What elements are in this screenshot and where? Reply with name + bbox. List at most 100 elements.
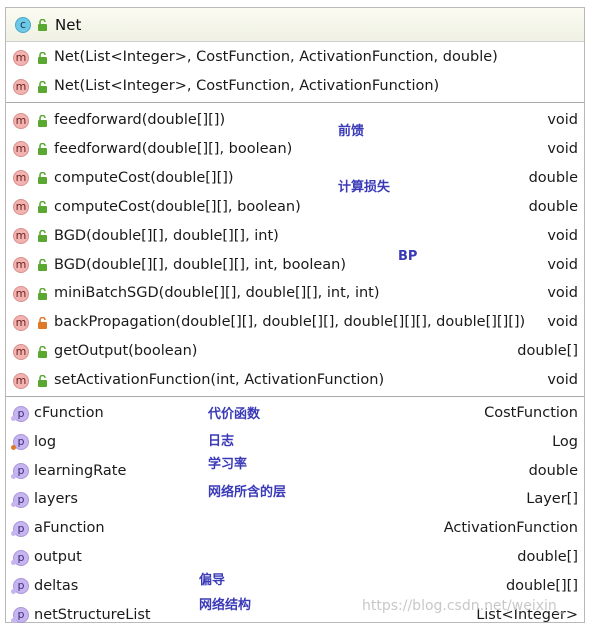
- annotation-compute-cost: 计算损失: [338, 180, 391, 195]
- member-signature: cFunction: [34, 405, 104, 421]
- member-signature: BGD(double[][], double[][], int, boolean…: [54, 256, 347, 273]
- method-icon: m: [13, 78, 29, 95]
- member-signature: Net(List<Integer>, CostFunction, Activat…: [54, 78, 440, 94]
- member-type: CostFunction: [484, 405, 578, 421]
- constructor-row[interactable]: m Net(List<Integer>, CostFunction, Activa…: [6, 43, 584, 72]
- member-signature: computeCost(double[][]): [54, 169, 234, 186]
- watermark: https://blog.csdn.net/weixin_: [362, 598, 564, 614]
- member-type: void: [547, 227, 578, 244]
- public-lock-icon: [38, 114, 47, 127]
- annotation-cost-function: 代价函数: [208, 407, 261, 422]
- public-lock-icon: [38, 230, 47, 243]
- member-signature: setActivationFunction(int, ActivationFun…: [54, 372, 385, 389]
- class-name: Net: [55, 16, 82, 34]
- member-type: Log: [552, 433, 578, 450]
- section-divider: [6, 102, 584, 103]
- member-type: void: [547, 112, 578, 128]
- private-lock-icon: [38, 316, 47, 329]
- member-signature: log: [34, 433, 57, 450]
- method-row[interactable]: m computeCost(double[][]) double: [6, 164, 584, 193]
- member-signature: Net(List<Integer>, CostFunction, Activat…: [54, 49, 498, 65]
- member-signature: deltas: [34, 577, 79, 594]
- access-dot-icon: [11, 560, 16, 565]
- member-type: void: [547, 140, 578, 157]
- member-type: double: [528, 462, 578, 479]
- structure-panel: c Net m Net(List<Integer>, CostFunction, …: [5, 7, 585, 624]
- public-lock-icon: [38, 143, 47, 156]
- field-row[interactable]: p aFunction ActivationFunction: [6, 514, 584, 543]
- method-row[interactable]: m setActivationFunction(int, ActivationFu…: [6, 366, 584, 395]
- member-type: double[][]: [505, 577, 578, 594]
- annotation-log: 日志: [208, 434, 235, 449]
- method-icon: m: [13, 141, 29, 158]
- access-dot-icon: [11, 444, 16, 450]
- member-type: void: [547, 372, 578, 389]
- member-signature: feedforward(double[][]): [54, 112, 226, 128]
- field-row[interactable]: p deltas double[][]: [6, 572, 584, 601]
- member-signature: learningRate: [34, 462, 127, 479]
- member-signature: layers: [34, 491, 78, 508]
- class-header[interactable]: c Net: [6, 8, 584, 42]
- member-signature: netStructureList: [34, 606, 151, 623]
- method-row[interactable]: m feedforward(double[][], boolean) void: [6, 135, 584, 164]
- section-divider: [6, 396, 584, 397]
- member-signature: computeCost(double[][], boolean): [54, 198, 301, 215]
- member-type: ActivationFunction: [443, 520, 578, 537]
- method-icon: m: [13, 285, 29, 302]
- method-icon: m: [13, 228, 29, 245]
- public-lock-icon: [38, 172, 47, 185]
- annotation-net-structure: 网络结构: [199, 598, 252, 613]
- annotation-layers: 网络所含的层: [208, 485, 287, 500]
- access-dot-icon: [11, 617, 16, 623]
- field-row[interactable]: p learningRate double: [6, 457, 584, 486]
- method-row[interactable]: m BGD(double[][], double[][], int) void: [6, 222, 584, 251]
- public-lock-icon: [38, 287, 47, 300]
- public-lock-icon: [38, 259, 47, 271]
- member-signature: aFunction: [34, 520, 105, 537]
- annotation-feedforward: 前馈: [338, 124, 365, 139]
- method-row[interactable]: m feedforward(double[][]) void: [6, 106, 584, 135]
- member-signature: getOutput(boolean): [54, 343, 198, 360]
- method-icon: m: [13, 257, 29, 273]
- access-dot-icon: [11, 531, 16, 537]
- member-signature: feedforward(double[][], boolean): [54, 140, 293, 157]
- member-type: double[]: [517, 343, 578, 360]
- member-type: void: [547, 256, 578, 273]
- public-lock-icon: [38, 51, 47, 64]
- access-dot-icon: [11, 588, 16, 594]
- method-row[interactable]: m getOutput(boolean) double[]: [6, 337, 584, 366]
- member-signature: output: [34, 549, 82, 565]
- access-dot-icon: [11, 416, 16, 421]
- member-type: Layer[]: [526, 491, 578, 508]
- method-icon: m: [13, 170, 29, 187]
- public-lock-icon: [38, 201, 47, 214]
- public-lock-icon: [38, 345, 47, 358]
- method-row[interactable]: m BGD(double[][], double[][], int, boolea…: [6, 251, 584, 280]
- member-type: void: [547, 314, 578, 331]
- public-lock-icon: [38, 18, 47, 31]
- annotation-learning-rate: 学习率: [208, 457, 248, 472]
- class-icon: c: [15, 16, 31, 33]
- public-lock-icon: [38, 374, 47, 387]
- member-type: double[]: [517, 549, 578, 565]
- method-icon: m: [13, 49, 29, 66]
- method-icon: m: [13, 372, 29, 389]
- method-row[interactable]: m computeCost(double[][], boolean) double: [6, 193, 584, 222]
- member-type: double: [528, 169, 578, 186]
- field-row[interactable]: p layers Layer[]: [6, 485, 584, 514]
- method-icon: m: [13, 314, 29, 331]
- constructor-row[interactable]: m Net(List<Integer>, CostFunction, Activa…: [6, 72, 584, 101]
- public-lock-icon: [38, 80, 47, 93]
- field-row[interactable]: p log Log: [6, 428, 584, 457]
- field-row[interactable]: p cFunction CostFunction: [6, 399, 584, 428]
- annotation-bp: BP: [398, 249, 418, 264]
- access-dot-icon: [11, 473, 16, 479]
- method-row[interactable]: m miniBatchSGD(double[][], double[][], in…: [6, 279, 584, 308]
- member-signature: miniBatchSGD(double[][], double[][], int…: [54, 285, 380, 302]
- member-signature: BGD(double[][], double[][], int): [54, 227, 279, 244]
- method-icon: m: [13, 343, 29, 360]
- member-signature: backPropagation(double[][], double[][], …: [54, 314, 526, 331]
- field-row[interactable]: p output double[]: [6, 543, 584, 572]
- access-dot-icon: [11, 502, 16, 508]
- method-row[interactable]: m backPropagation(double[][], double[][],…: [6, 308, 584, 337]
